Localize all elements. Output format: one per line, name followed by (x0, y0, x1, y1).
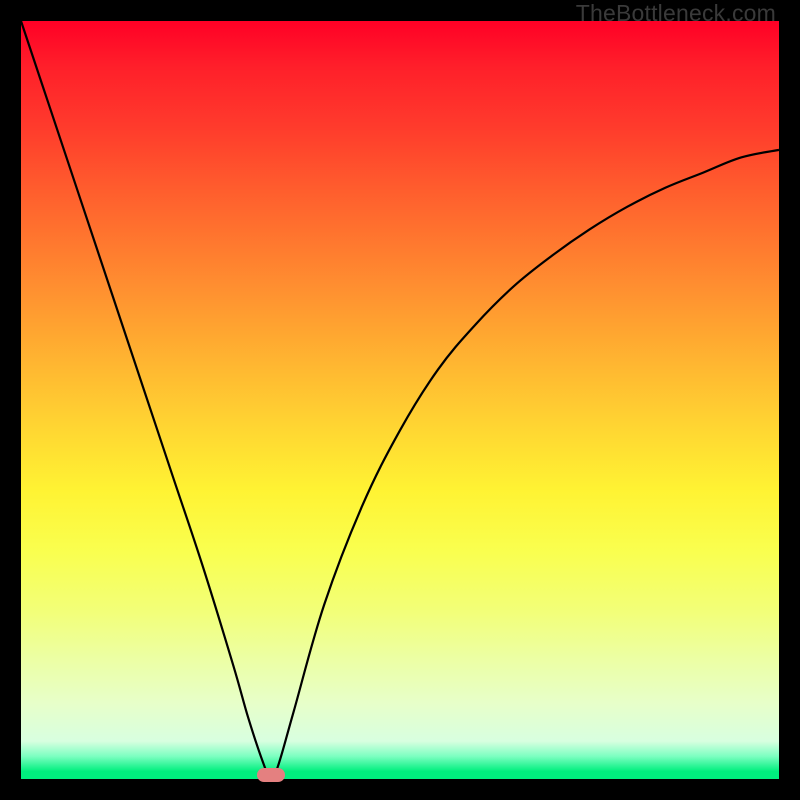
curve-path (21, 21, 779, 779)
plot-area (21, 21, 779, 779)
bottleneck-curve (21, 21, 779, 779)
chart-frame: TheBottleneck.com (0, 0, 800, 800)
min-marker (257, 768, 285, 782)
watermark-text: TheBottleneck.com (576, 0, 776, 27)
